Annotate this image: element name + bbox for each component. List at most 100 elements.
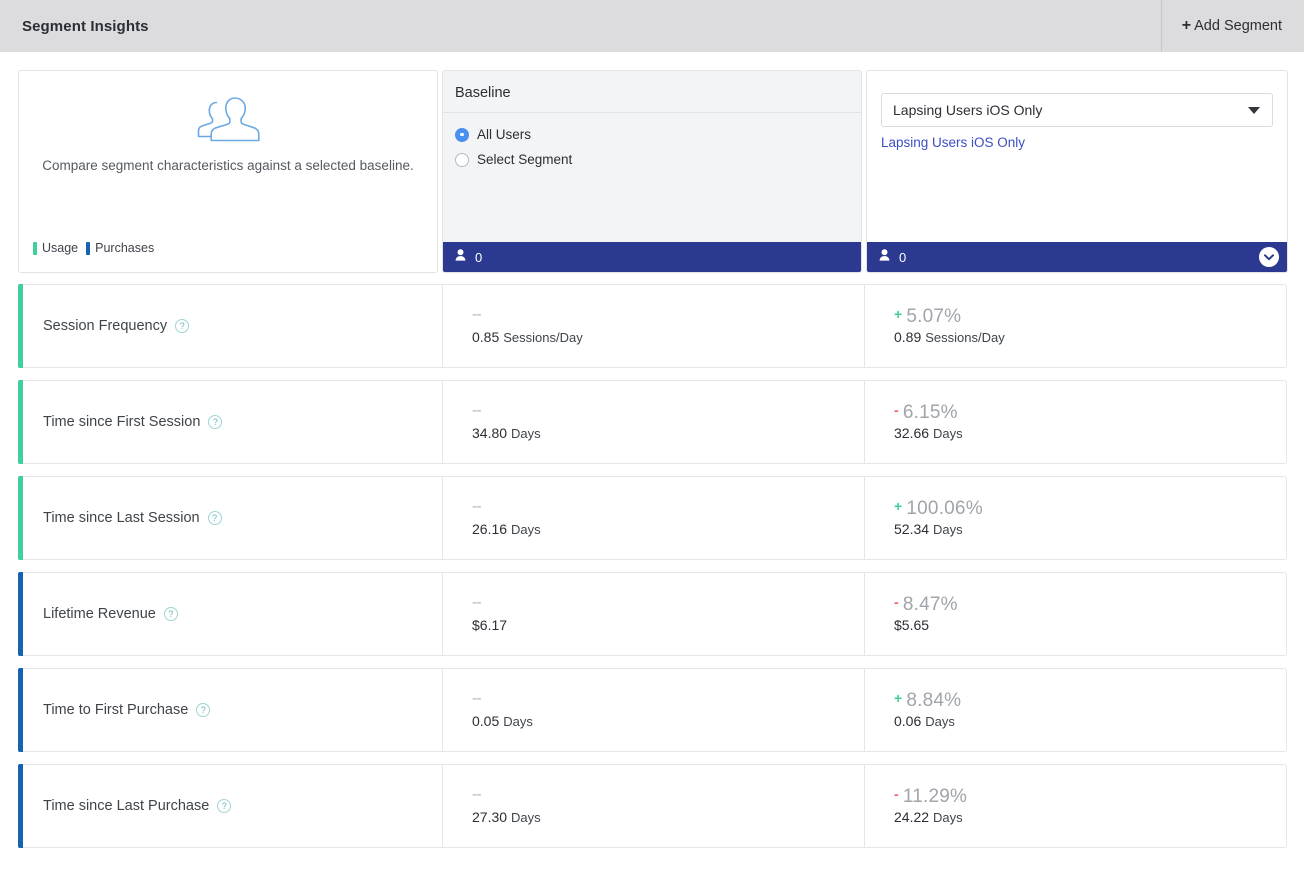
metric-label-cell: Lifetime Revenue? <box>23 572 443 656</box>
baseline-value: 26.16 Days <box>472 520 541 537</box>
baseline-value-cell: -- 26.16 Days <box>443 476 865 560</box>
legend: Usage Purchases <box>33 241 154 255</box>
value-unit: Days <box>933 522 963 538</box>
table-row: Time to First Purchase? -- 0.05 Days +8.84% 0… <box>18 668 1288 752</box>
help-icon[interactable]: ? <box>196 703 211 717</box>
delta-sign-up-icon: + <box>894 305 903 322</box>
metric-label: Session Frequency <box>43 318 168 334</box>
value-unit: Sessions/Day <box>925 330 1005 346</box>
page-title: Segment Insights <box>22 17 149 35</box>
legend-swatch-usage <box>33 241 37 255</box>
value-unit: Days <box>511 521 541 537</box>
table-row: Lifetime Revenue? -- $6.17 -8.47% $5.65 <box>18 572 1288 656</box>
baseline-value: 27.30 Days <box>472 808 541 825</box>
people-icon <box>39 93 417 145</box>
user-icon <box>879 248 890 266</box>
radio-select-segment-label: Select Segment <box>477 152 573 167</box>
legend-label-usage: Usage <box>42 241 79 255</box>
summary-cards: Compare segment characteristics against … <box>0 52 1304 273</box>
metric-label: Time since Last Purchase <box>43 798 210 814</box>
segment-value-cell: -6.15% 32.66 Days <box>865 380 1287 464</box>
delta-sign-down-icon: - <box>894 593 899 610</box>
segment-delta-value: 8.84% <box>906 689 962 711</box>
segment-delta-value: 11.29% <box>902 785 968 807</box>
radio-select-segment-icon[interactable] <box>455 152 469 167</box>
table-row: Session Frequency? -- 0.85 Sessions/Day +5.0… <box>18 284 1288 368</box>
baseline-user-count: 0 <box>475 249 483 265</box>
segment-value-cell: -11.29% 24.22 Days <box>865 764 1287 848</box>
segment-delta: -11.29% <box>894 785 1286 807</box>
segment-delta-value: 8.47% <box>902 593 958 615</box>
chevron-down-icon <box>1248 106 1260 114</box>
metric-row-list: Session Frequency? -- 0.85 Sessions/Day +5.0… <box>0 273 1304 848</box>
baseline-delta: -- <box>472 594 482 612</box>
baseline-title: Baseline <box>443 71 861 113</box>
metric-label: Time since First Session <box>43 414 201 430</box>
intro-card: Compare segment characteristics against … <box>18 70 438 273</box>
intro-description: Compare segment characteristics against … <box>42 158 414 173</box>
baseline-value-cell: -- 27.30 Days <box>443 764 865 848</box>
segment-delta-value: 100.06% <box>906 497 983 519</box>
segment-link[interactable]: Lapsing Users iOS Only <box>881 135 1025 150</box>
help-icon[interactable]: ? <box>217 799 232 813</box>
help-icon[interactable]: ? <box>163 607 178 621</box>
legend-swatch-purchases <box>86 241 91 255</box>
metric-label: Time to First Purchase <box>43 702 189 718</box>
segment-value-cell: +8.84% 0.06 Days <box>865 668 1287 752</box>
table-row: Time since Last Purchase? -- 27.30 Days -11.… <box>18 764 1288 848</box>
metric-label: Time since Last Session <box>43 510 200 526</box>
segment-select[interactable]: Lapsing Users iOS Only <box>881 93 1273 127</box>
metric-label-cell: Time since Last Session? <box>23 476 443 560</box>
add-segment-button[interactable]: + Add Segment <box>1160 0 1304 52</box>
value-unit: Days <box>925 714 955 730</box>
metric-label: Lifetime Revenue <box>43 606 156 622</box>
help-icon[interactable]: ? <box>207 511 222 525</box>
help-icon[interactable]: ? <box>175 319 190 333</box>
metric-label-cell: Time to First Purchase? <box>23 668 443 752</box>
radio-all-users-label: All Users <box>477 127 532 142</box>
segment-delta: +8.84% <box>894 689 1286 711</box>
app-header: Segment Insights + Add Segment <box>0 0 1304 52</box>
baseline-value-cell: -- 34.80 Days <box>443 380 865 464</box>
segment-value: 0.06 Days <box>894 713 955 730</box>
segment-value-cell: +100.06% 52.34 Days <box>865 476 1287 560</box>
segment-user-count: 0 <box>899 249 907 265</box>
baseline-value: 0.85 Sessions/Day <box>472 328 583 345</box>
radio-all-users-icon[interactable] <box>455 127 469 142</box>
baseline-value-cell: -- 0.85 Sessions/Day <box>443 284 865 368</box>
legend-item-usage: Usage <box>33 241 78 255</box>
baseline-delta: -- <box>472 786 482 804</box>
segment-value: 52.34 Days <box>894 521 963 538</box>
segment-delta-value: 5.07% <box>906 305 962 327</box>
delta-sign-up-icon: + <box>894 689 903 706</box>
baseline-card: Baseline All Users Select Segment 0 <box>442 70 862 273</box>
value-unit: Days <box>511 809 541 825</box>
segment-value-cell: -8.47% $5.65 <box>865 572 1287 656</box>
plus-icon: + <box>1181 17 1192 34</box>
chevron-down-circle-icon[interactable] <box>1259 247 1279 267</box>
radio-option-all-users[interactable]: All Users <box>455 122 861 147</box>
add-segment-label: Add Segment <box>1194 18 1282 34</box>
value-unit: Days <box>933 426 963 442</box>
value-unit: Days <box>503 713 533 729</box>
segment-delta: +5.07% <box>894 305 1286 327</box>
radio-option-select-segment[interactable]: Select Segment <box>455 147 861 172</box>
metric-label-cell: Session Frequency? <box>23 284 443 368</box>
value-unit: Sessions/Day <box>503 329 583 345</box>
legend-label-purchases: Purchases <box>95 241 155 255</box>
user-icon <box>455 248 466 266</box>
baseline-card-footer: 0 <box>443 242 861 272</box>
segment-card: Lapsing Users iOS Only Lapsing Users iOS… <box>866 70 1288 273</box>
value-unit: Days <box>933 810 963 826</box>
table-row: Time since First Session? -- 34.80 Days -6.1… <box>18 380 1288 464</box>
metric-label-cell: Time since Last Purchase? <box>23 764 443 848</box>
baseline-delta: -- <box>472 690 482 708</box>
help-icon[interactable]: ? <box>208 415 223 429</box>
segment-delta: -8.47% <box>894 593 1286 615</box>
baseline-value-cell: -- 0.05 Days <box>443 668 865 752</box>
delta-sign-up-icon: + <box>894 497 903 514</box>
baseline-radio-group: All Users Select Segment <box>443 113 861 172</box>
segment-value: $5.65 <box>894 617 930 634</box>
baseline-delta: -- <box>472 306 482 324</box>
segment-card-footer: 0 <box>867 242 1287 272</box>
